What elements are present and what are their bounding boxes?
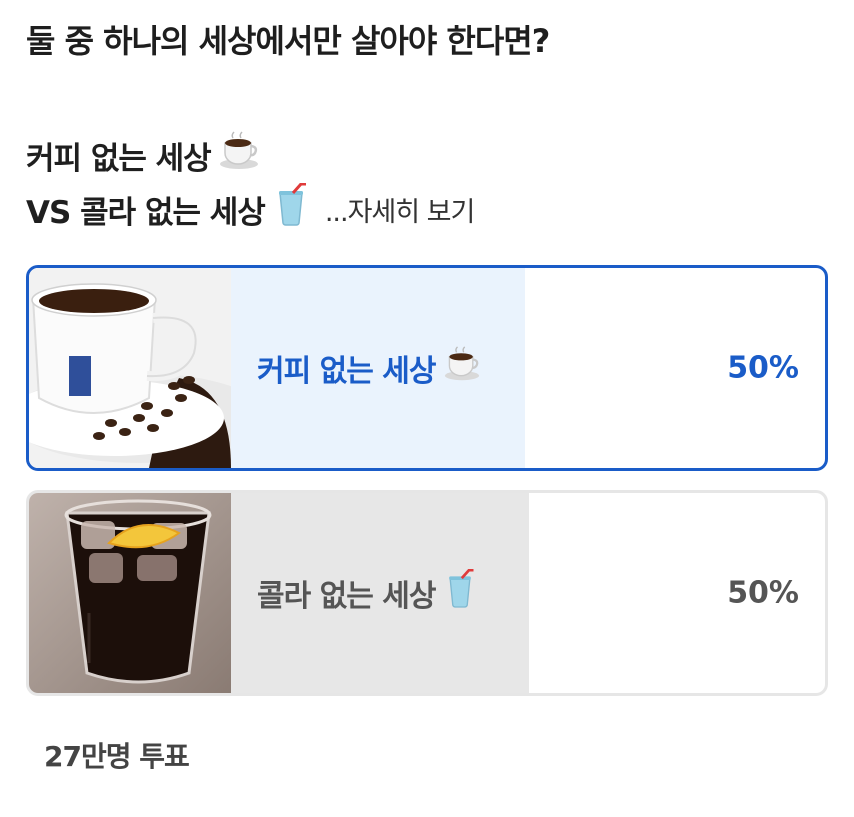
cola-cup-with-straw-icon xyxy=(442,568,478,617)
poll-option-coffee[interactable]: 커피 없는 세상 50% xyxy=(26,265,828,471)
option-percent: 50% xyxy=(727,575,799,611)
option-label-text: 커피 없는 세상 xyxy=(257,354,436,389)
vote-count: 27만명 투표 xyxy=(44,740,190,773)
coffee-cup-icon xyxy=(217,130,261,188)
poll-description: 커피 없는 세상 VS 콜라 없는 세상 ...자세히 보기 xyxy=(26,130,476,240)
poll-option-cola[interactable]: 콜라 없는 세상 50% xyxy=(26,490,828,696)
more-details-link[interactable]: ...자세히 보기 xyxy=(325,186,476,240)
description-line-1: 커피 없는 세상 xyxy=(26,130,474,188)
poll-question: 둘 중 하나의 세상에서만 살아야 한다면? xyxy=(26,22,550,60)
option-label: 콜라 없는 세상 xyxy=(257,568,478,617)
description-line-2-text: VS 콜라 없는 세상 xyxy=(26,195,266,231)
option-label-text: 콜라 없는 세상 xyxy=(257,579,436,614)
description-line-1-text: 커피 없는 세상 xyxy=(26,141,212,177)
coffee-cup-icon xyxy=(442,346,482,390)
cola-glass-with-ice-and-lemon-photo xyxy=(29,493,231,693)
coffee-cup-with-beans-photo xyxy=(29,268,269,468)
description-line-2: VS 콜라 없는 세상 ...자세히 보기 xyxy=(26,182,476,240)
option-percent: 50% xyxy=(727,350,799,386)
option-label: 커피 없는 세상 xyxy=(257,346,482,390)
cola-cup-with-straw-icon xyxy=(271,182,311,244)
